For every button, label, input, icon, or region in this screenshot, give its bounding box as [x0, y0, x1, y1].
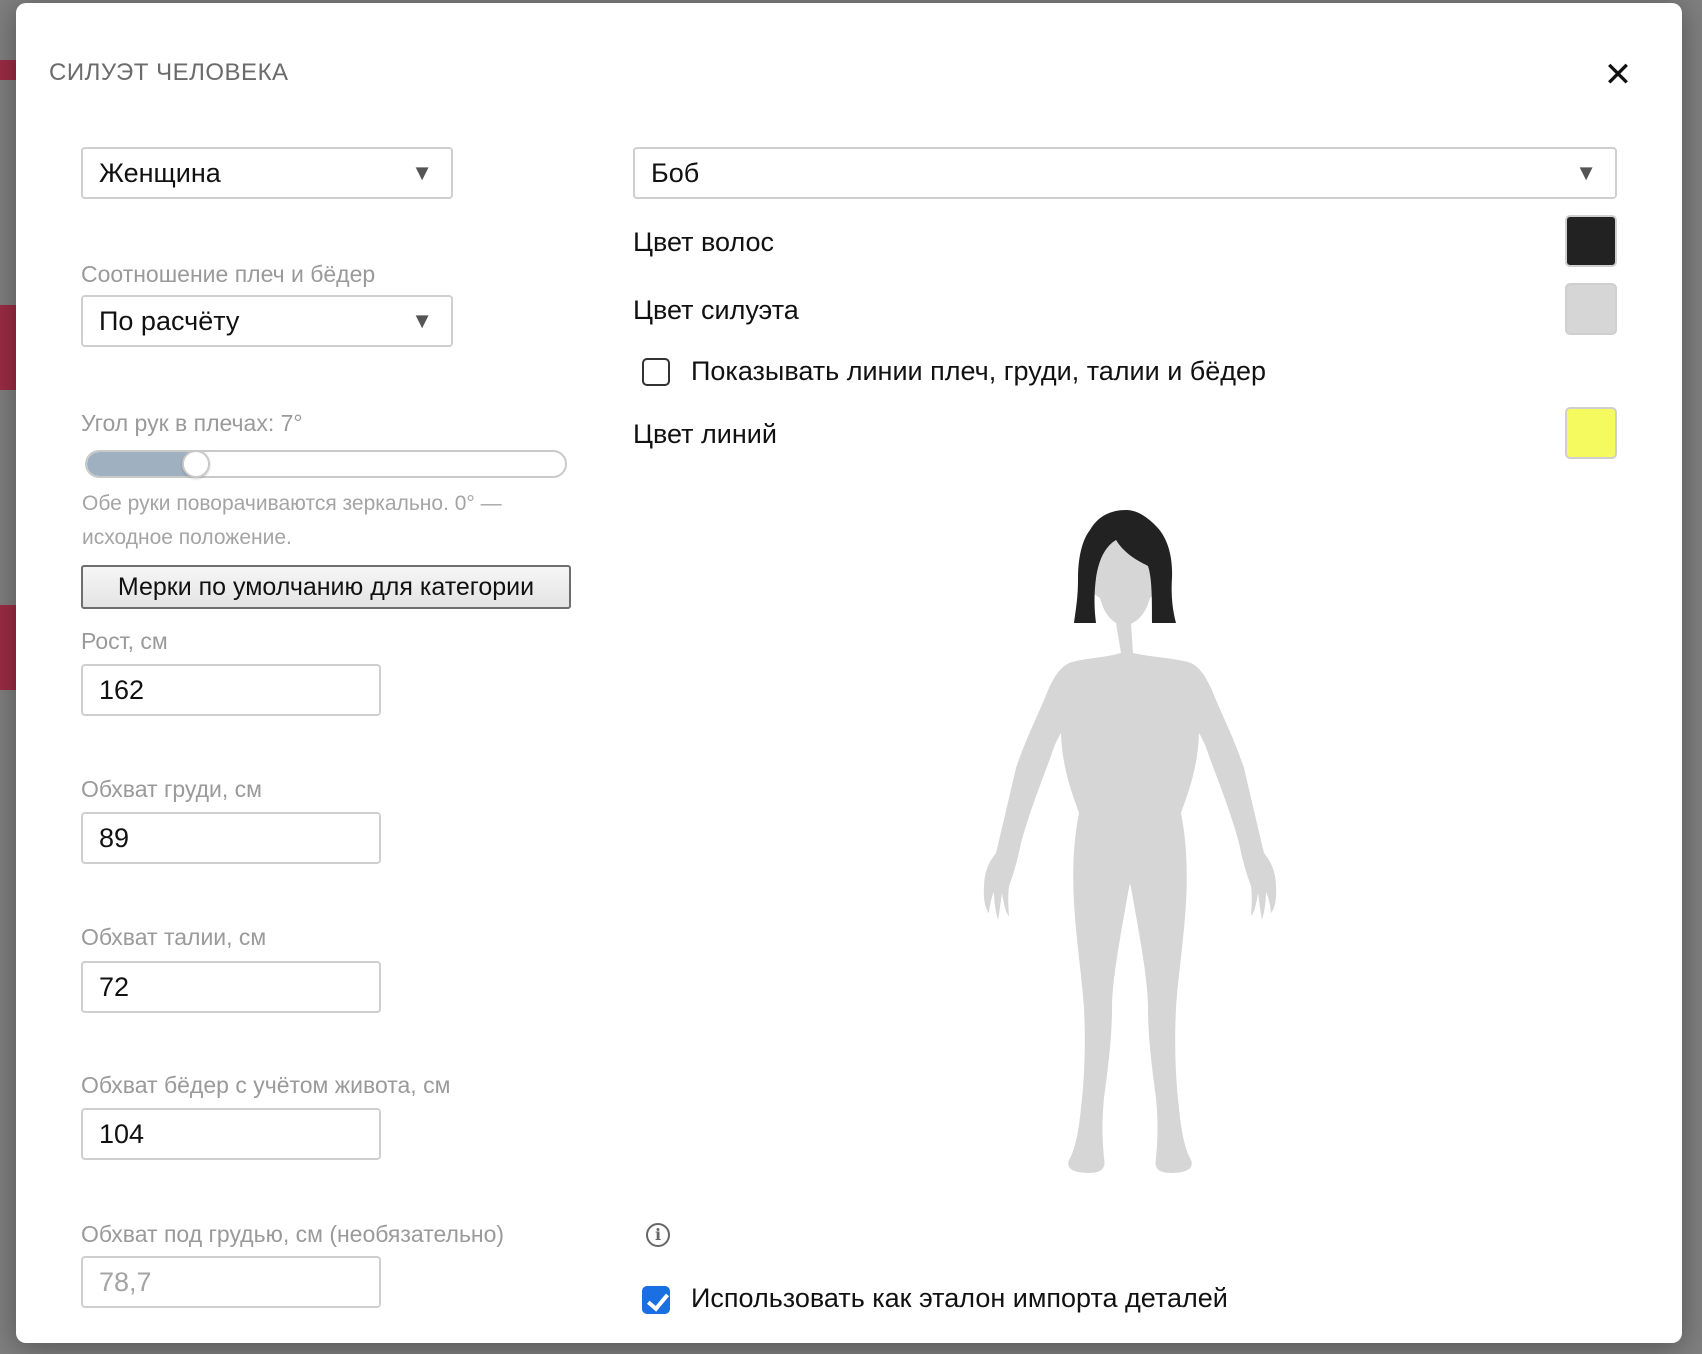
hairstyle-select-value: Боб: [651, 158, 700, 188]
gender-select-value: Женщина: [99, 158, 221, 188]
gender-select[interactable]: Женщина ▼: [81, 147, 453, 199]
info-icon[interactable]: i: [646, 1223, 670, 1247]
waist-input[interactable]: 72: [81, 961, 381, 1013]
use-as-reference-checkbox[interactable]: [642, 1286, 670, 1314]
hips-label: Обхват бёдер с учётом живота, см: [81, 1072, 451, 1098]
show-lines-checkbox[interactable]: [642, 358, 670, 386]
hair-color-swatch[interactable]: [1565, 215, 1617, 267]
slider-thumb[interactable]: [182, 450, 210, 478]
use-as-reference-label: Использовать как эталон импорта деталей: [691, 1283, 1228, 1313]
ratio-select-value: По расчёту: [99, 306, 240, 336]
show-lines-label: Показывать линии плеч, груди, талии и бё…: [691, 356, 1267, 386]
chest-label: Обхват груди, см: [81, 776, 262, 802]
waist-label: Обхват талии, см: [81, 924, 267, 950]
silhouette-dialog: СИЛУЭТ ЧЕЛОВЕКА ✕ Женщина ▼ Соотношение …: [16, 3, 1682, 1343]
silhouette-color-swatch[interactable]: [1565, 283, 1617, 335]
silhouette-figure: [983, 510, 1277, 1173]
height-input[interactable]: 162: [81, 664, 381, 716]
underbust-input[interactable]: 78,7: [81, 1256, 381, 1308]
default-measurements-button[interactable]: Мерки по умолчанию для категории: [81, 565, 571, 609]
chest-input[interactable]: 89: [81, 812, 381, 864]
background-strip: [0, 605, 16, 690]
silhouette-color-label: Цвет силуэта: [633, 295, 799, 325]
dialog-title: СИЛУЭТ ЧЕЛОВЕКА: [49, 59, 289, 86]
chevron-down-icon: ▼: [411, 308, 433, 333]
hairstyle-select[interactable]: Боб ▼: [633, 147, 1617, 199]
background-strip: [0, 60, 16, 80]
background-strip: [0, 305, 16, 390]
hips-input[interactable]: 104: [81, 1108, 381, 1160]
hair-color-label: Цвет волос: [633, 227, 775, 257]
arm-angle-label: Угол рук в плечах: 7°: [81, 410, 303, 436]
height-label: Рост, см: [81, 628, 168, 654]
arm-angle-help: Обе руки поворачиваются зеркально. 0° — …: [82, 492, 502, 549]
underbust-label: Обхват под грудью, см (необязательно): [81, 1221, 505, 1247]
silhouette-body: [983, 623, 1277, 1173]
ratio-label: Соотношение плеч и бёдер: [81, 261, 376, 287]
lines-color-label: Цвет линий: [633, 419, 777, 449]
arm-angle-slider[interactable]: [85, 450, 567, 478]
chevron-down-icon: ▼: [411, 160, 433, 185]
ratio-select[interactable]: По расчёту ▼: [81, 295, 453, 347]
lines-color-swatch[interactable]: [1565, 407, 1617, 459]
close-icon[interactable]: ✕: [1600, 57, 1636, 93]
chevron-down-icon: ▼: [1575, 160, 1597, 185]
